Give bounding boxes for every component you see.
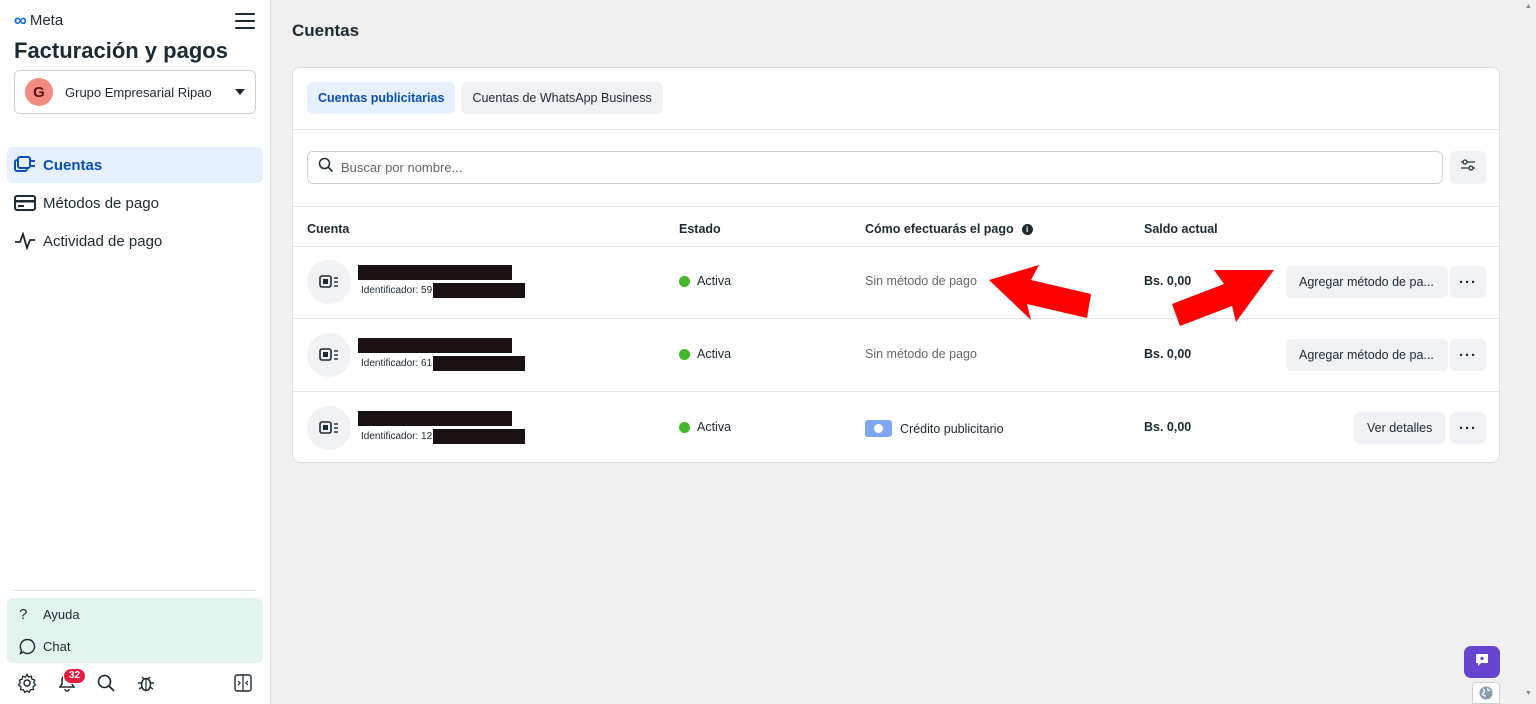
status-badge: Activa xyxy=(679,420,731,434)
status-badge: Activa xyxy=(679,274,731,288)
ad-account-icon xyxy=(307,333,351,377)
accounts-icon xyxy=(14,156,36,174)
balance-value: Bs. 0,00 xyxy=(1144,347,1192,361)
vertical-scrollbar[interactable]: ▲ ▼ xyxy=(1521,0,1536,704)
gear-icon[interactable] xyxy=(16,672,38,694)
help-box: ? Ayuda Chat xyxy=(7,598,263,663)
sidebar-bottom-bar: 32 xyxy=(0,668,271,698)
table-row[interactable]: Identificador: 12 Activa Crédito publici… xyxy=(293,392,1501,464)
tab-cuentas-whatsapp-business[interactable]: Cuentas de WhatsApp Business xyxy=(461,82,663,114)
payment-method: Sin método de pago xyxy=(865,274,977,288)
column-header-saldo: Saldo actual xyxy=(1144,222,1218,236)
redacted-account-id xyxy=(433,283,526,298)
sliders-icon xyxy=(1460,158,1476,177)
balance-value: Bs. 0,00 xyxy=(1144,420,1192,434)
annotation-arrow-right-icon xyxy=(1172,270,1274,326)
divider xyxy=(293,206,1499,207)
accounts-card: Cuentas publicitarias Cuentas de WhatsAp… xyxy=(292,67,1500,463)
ad-account-icon xyxy=(307,260,351,304)
credit-card-icon xyxy=(14,194,36,212)
redacted-account-id xyxy=(433,429,526,444)
help-link[interactable]: ? Ayuda xyxy=(7,598,263,630)
sidebar-item-metodos-de-pago[interactable]: Métodos de pago xyxy=(7,185,263,221)
meta-infinity-icon: ∞ xyxy=(14,10,27,30)
redacted-account-id xyxy=(433,356,526,371)
add-payment-method-button[interactable]: Agregar método de pa... xyxy=(1286,339,1448,371)
app-title: Facturación y pagos xyxy=(14,38,228,63)
chat-label: Chat xyxy=(43,638,71,654)
table-row[interactable]: Identificador: 59 Activa Sin método de p… xyxy=(293,246,1501,318)
filter-settings-button[interactable] xyxy=(1450,151,1486,184)
view-details-button[interactable]: Ver detalles xyxy=(1354,412,1446,444)
payment-method: Sin método de pago xyxy=(865,347,977,361)
chat-bubble-icon xyxy=(19,638,37,655)
search-input[interactable] xyxy=(341,160,1341,175)
chat-icon xyxy=(1474,652,1490,673)
redacted-account-name xyxy=(358,338,512,353)
page-title: Cuentas xyxy=(292,21,360,40)
sidebar-item-label: Actividad de pago xyxy=(43,232,163,250)
search-icon[interactable] xyxy=(95,672,117,694)
more-options-button[interactable]: ··· xyxy=(1450,266,1486,298)
help-label: Ayuda xyxy=(43,606,80,622)
table-row[interactable]: Identificador: 61 Activa Sin método de p… xyxy=(293,319,1501,391)
tab-cuentas-publicitarias[interactable]: Cuentas publicitarias xyxy=(307,82,456,114)
more-options-button[interactable]: ··· xyxy=(1450,412,1486,444)
chat-link[interactable]: Chat xyxy=(7,630,263,662)
status-dot-icon xyxy=(679,275,690,287)
account-id: Identificador: 61 xyxy=(361,356,526,371)
sidebar-item-cuentas[interactable]: Cuentas xyxy=(7,147,263,183)
panel-toggle-icon[interactable] xyxy=(232,672,254,694)
payment-method: Crédito publicitario xyxy=(865,420,1004,437)
globe-icon[interactable] xyxy=(1472,682,1500,704)
caret-down-icon xyxy=(235,89,245,95)
bug-icon[interactable] xyxy=(135,672,157,694)
business-avatar: G xyxy=(25,78,53,106)
column-header-estado: Estado xyxy=(679,222,721,236)
status-badge: Activa xyxy=(679,347,731,361)
sidebar-nav: Cuentas Métodos de pago Actividad de pag… xyxy=(7,147,263,261)
sidebar-divider xyxy=(14,590,256,591)
sidebar-item-actividad-de-pago[interactable]: Actividad de pago xyxy=(7,223,263,259)
redacted-account-name xyxy=(358,411,512,426)
question-icon: ? xyxy=(19,605,28,623)
account-id: Identificador: 59 xyxy=(361,283,526,298)
status-dot-icon xyxy=(679,421,690,433)
search-icon xyxy=(318,157,334,178)
annotation-arrow-left-icon xyxy=(989,265,1091,320)
scroll-up-icon[interactable]: ▲ xyxy=(1525,3,1532,10)
activity-pulse-icon xyxy=(14,232,36,250)
meta-logo[interactable]: ∞ Meta xyxy=(14,11,63,29)
scroll-down-icon[interactable]: ▼ xyxy=(1525,690,1532,697)
tab-bar: Cuentas publicitarias Cuentas de WhatsAp… xyxy=(307,82,663,114)
column-header-cuenta: Cuenta xyxy=(307,222,350,236)
account-id: Identificador: 12 xyxy=(361,429,526,444)
search-box[interactable] xyxy=(307,151,1443,184)
info-icon[interactable]: i xyxy=(1021,223,1033,235)
divider xyxy=(293,129,1499,130)
notification-badge: 32 xyxy=(63,668,87,684)
add-payment-method-button[interactable]: Agregar método de pa... xyxy=(1286,266,1448,298)
sidebar: ∞ Meta Facturación y pagos G Grupo Empre… xyxy=(0,0,271,704)
sidebar-item-label: Métodos de pago xyxy=(43,194,159,212)
redacted-account-name xyxy=(358,265,512,280)
hamburger-menu-icon[interactable] xyxy=(235,13,255,29)
status-dot-icon xyxy=(679,348,690,360)
business-name: Grupo Empresarial Ripao xyxy=(65,84,212,100)
meta-brand-text: Meta xyxy=(29,11,64,29)
ad-account-icon xyxy=(307,406,351,450)
column-header-pago: Cómo efectuarás el pago i xyxy=(865,222,1033,236)
business-selector[interactable]: G Grupo Empresarial Ripao xyxy=(14,70,256,114)
ad-credit-icon xyxy=(865,420,892,437)
more-options-button[interactable]: ··· xyxy=(1450,339,1486,371)
floating-chat-button[interactable] xyxy=(1464,646,1500,678)
sidebar-item-label: Cuentas xyxy=(43,156,103,174)
